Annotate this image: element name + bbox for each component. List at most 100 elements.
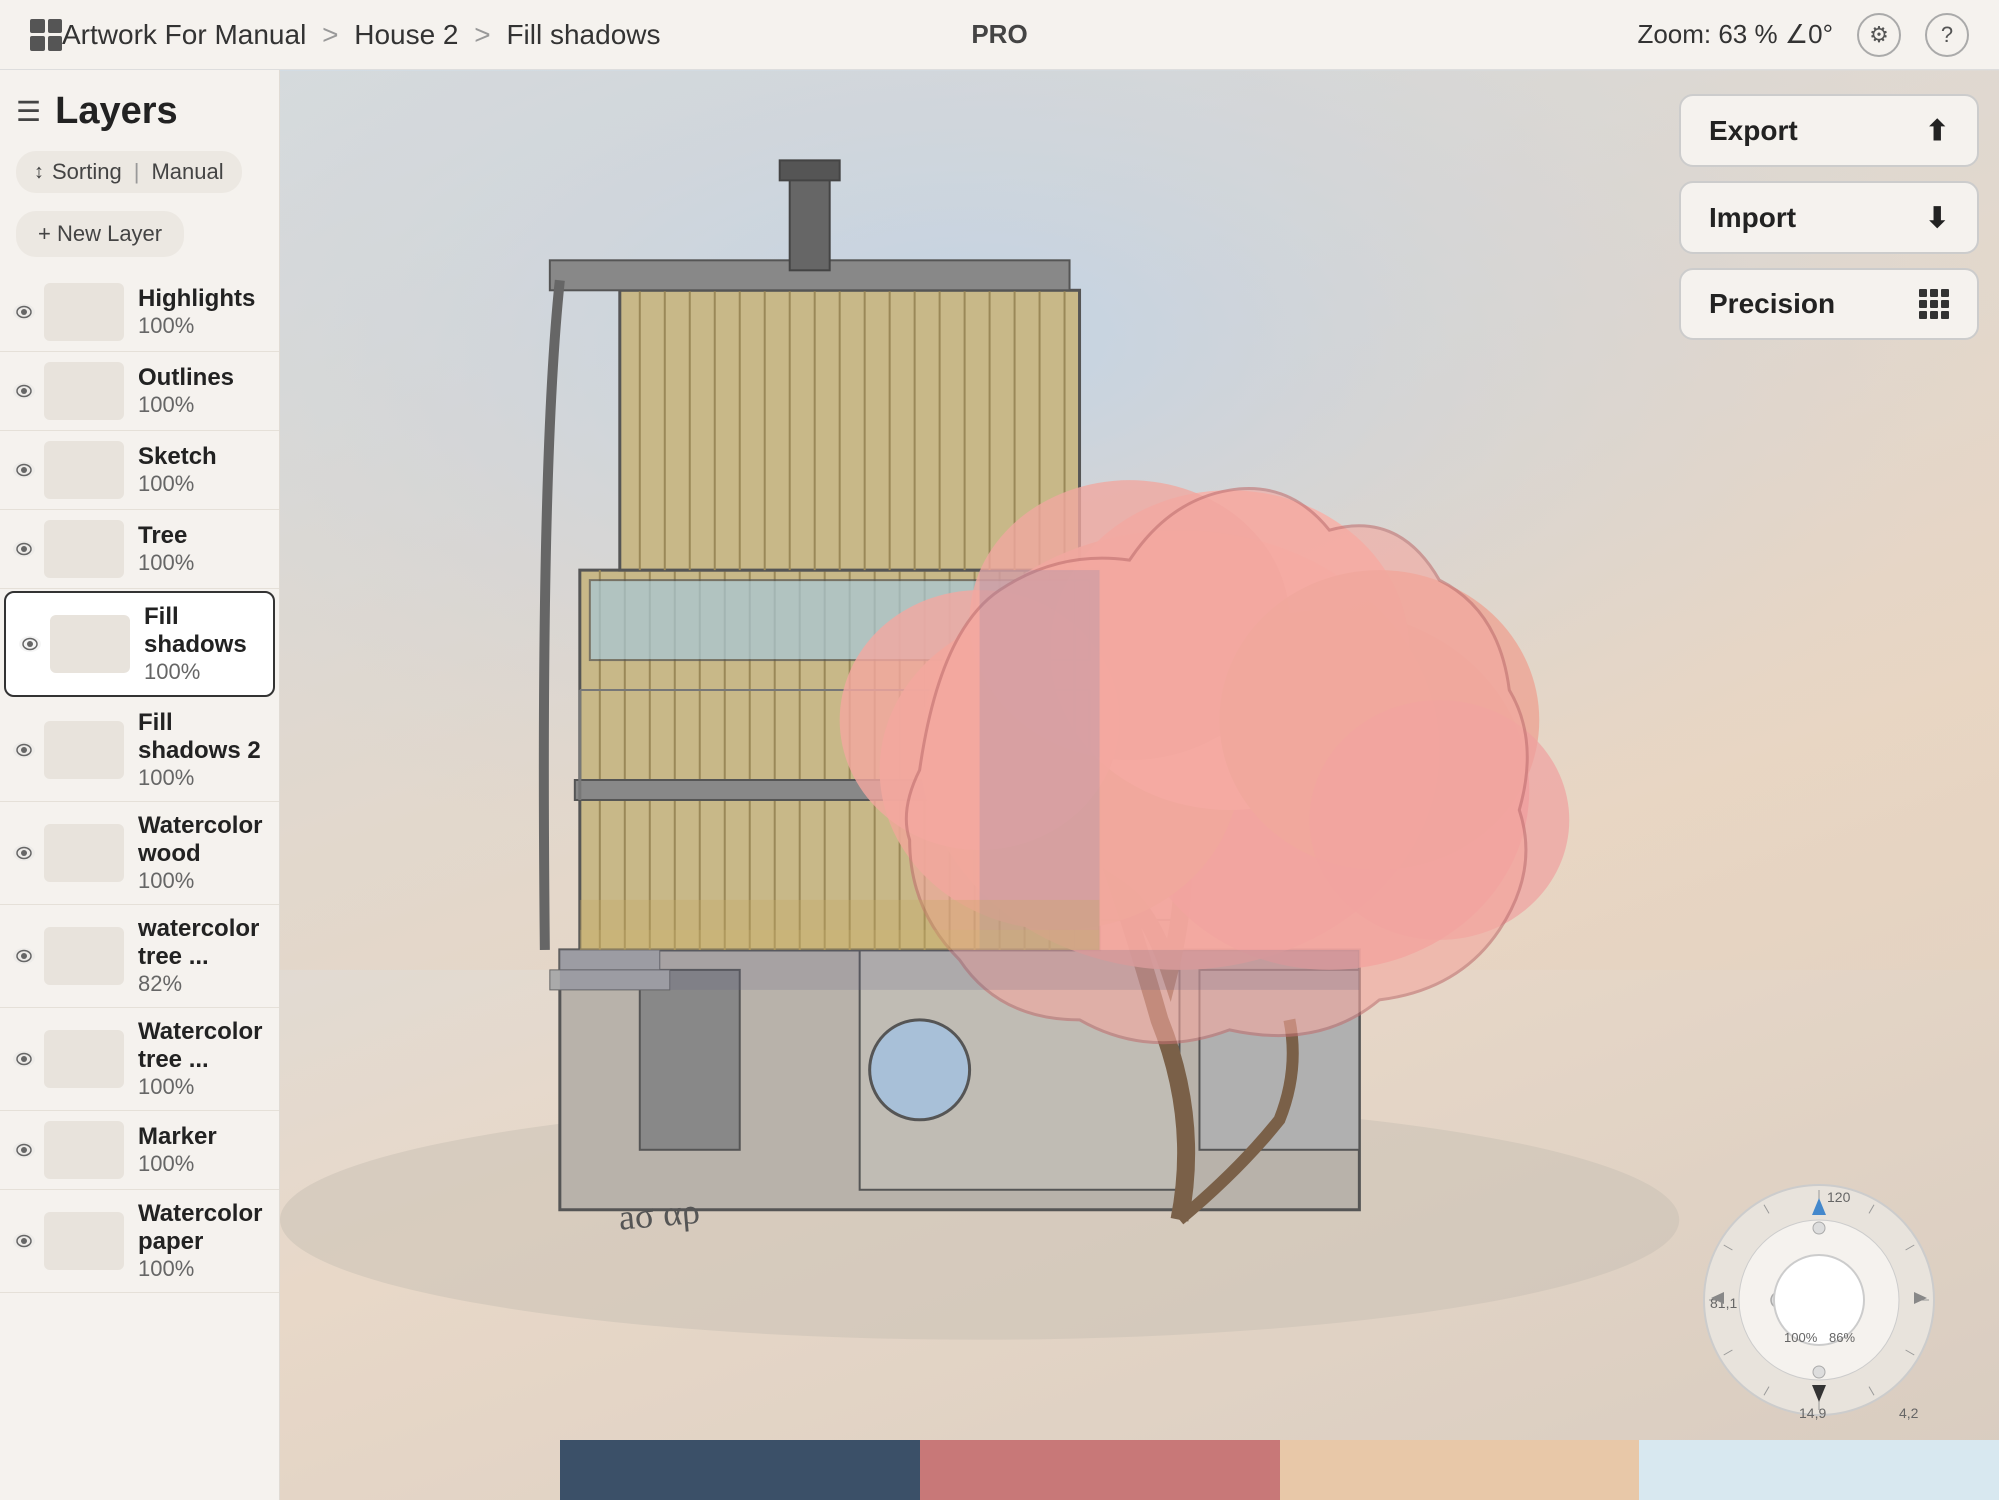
layer-info: Outlines 100%: [138, 364, 267, 418]
eye-visibility-toggle[interactable]: [10, 636, 50, 652]
eye-visibility-toggle[interactable]: [4, 948, 44, 964]
precision-grid-icon: [1919, 289, 1949, 319]
layer-item[interactable]: Fill shadows 2 100%: [0, 699, 279, 802]
eye-visibility-toggle[interactable]: [4, 1051, 44, 1067]
eye-visibility-toggle[interactable]: [4, 845, 44, 861]
layer-opacity: 100%: [138, 550, 267, 576]
layer-item[interactable]: watercolor tree ... 82%: [0, 905, 279, 1008]
export-label: Export: [1709, 115, 1798, 147]
layer-opacity: 100%: [138, 471, 267, 497]
sorting-mode: Manual: [151, 159, 223, 185]
eye-visibility-toggle[interactable]: [4, 304, 44, 320]
color-swatch[interactable]: [1639, 1440, 1999, 1500]
precision-button[interactable]: Precision: [1679, 268, 1979, 340]
layer-thumbnail: [44, 927, 124, 985]
color-swatch[interactable]: [1280, 1440, 1640, 1500]
sorting-button[interactable]: ↕ Sorting | Manual: [16, 151, 242, 193]
layer-name: Watercolor tree ...: [138, 1018, 267, 1074]
zoom-label: Zoom: 63 % ∠0°: [1637, 19, 1833, 50]
eye-visibility-toggle[interactable]: [4, 383, 44, 399]
sorting-label: Sorting: [52, 159, 122, 185]
layer-item[interactable]: Tree 100%: [0, 510, 279, 589]
eye-visibility-toggle[interactable]: [4, 1142, 44, 1158]
settings-button[interactable]: ⚙: [1857, 13, 1901, 57]
layer-thumbnail: [44, 362, 124, 420]
layer-opacity: 82%: [138, 971, 267, 997]
eye-visibility-toggle[interactable]: [4, 541, 44, 557]
layer-opacity: 100%: [144, 659, 261, 685]
layer-thumbnail: [44, 441, 124, 499]
pro-badge: PRO: [971, 19, 1027, 50]
layer-opacity: 100%: [138, 868, 267, 894]
breadcrumb: Artwork For Manual > House 2 > Fill shad…: [62, 19, 1637, 51]
layer-list: Highlights 100% Outlines 100%: [0, 273, 279, 1500]
import-button[interactable]: Import ⬇: [1679, 181, 1979, 254]
layers-title: Layers: [55, 90, 178, 133]
svg-text:aσ αρ: aσ αρ: [617, 1191, 701, 1238]
layer-item[interactable]: Watercolor paper 100%: [0, 1190, 279, 1293]
layer-thumbnail: [44, 283, 124, 341]
eye-visibility-toggle[interactable]: [4, 1233, 44, 1249]
layer-item[interactable]: Highlights 100%: [0, 273, 279, 352]
color-swatch[interactable]: [920, 1440, 1280, 1500]
layer-item[interactable]: Fill shadows 100%: [4, 591, 275, 697]
layer-thumbnail: [44, 1030, 124, 1088]
breadcrumb-sep1: >: [322, 19, 346, 50]
layer-item[interactable]: Watercolor wood 100%: [0, 802, 279, 905]
layer-info: Watercolor wood 100%: [138, 812, 267, 894]
new-layer-button[interactable]: + New Layer: [16, 211, 184, 257]
help-button[interactable]: ?: [1925, 13, 1969, 57]
layer-item[interactable]: Marker 100%: [0, 1111, 279, 1190]
hamburger-icon[interactable]: ☰: [16, 95, 41, 128]
layer-opacity: 100%: [138, 1256, 267, 1282]
layer-info: Tree 100%: [138, 522, 267, 576]
new-layer-row: + New Layer: [0, 205, 279, 273]
radial-dial[interactable]: 120 81,1 14,9 4,2 .544 pts 100% 86%: [1699, 1180, 1939, 1420]
layer-name: Fill shadows: [144, 603, 261, 659]
export-icon: ⬆: [1926, 114, 1949, 147]
eye-visibility-toggle[interactable]: [4, 462, 44, 478]
layer-name: Watercolor wood: [138, 812, 267, 868]
layer-info: Fill shadows 2 100%: [138, 709, 267, 791]
layer-info: Watercolor paper 100%: [138, 1200, 267, 1282]
layer-info: watercolor tree ... 82%: [138, 915, 267, 997]
layer-name: Tree: [138, 522, 267, 550]
layer-name: Watercolor paper: [138, 1200, 267, 1256]
layer-name: Outlines: [138, 364, 267, 392]
layer-name: Fill shadows 2: [138, 709, 267, 765]
layer-info: Highlights 100%: [138, 285, 267, 339]
layer-info: Sketch 100%: [138, 443, 267, 497]
layer-thumbnail: [50, 615, 130, 673]
precision-label: Precision: [1709, 288, 1835, 320]
svg-text:86%: 86%: [1829, 1330, 1855, 1345]
layer-opacity: 100%: [138, 765, 267, 791]
layer-item[interactable]: Outlines 100%: [0, 352, 279, 431]
svg-text:4,2: 4,2: [1899, 1405, 1919, 1420]
app-grid-icon[interactable]: [30, 19, 62, 51]
breadcrumb-house[interactable]: House 2: [354, 19, 458, 50]
breadcrumb-project[interactable]: Artwork For Manual: [62, 19, 306, 50]
breadcrumb-sep2: >: [474, 19, 498, 50]
new-layer-label: + New Layer: [38, 221, 162, 247]
top-right-controls: Zoom: 63 % ∠0° ⚙ ?: [1637, 13, 1969, 57]
layer-name: Marker: [138, 1123, 267, 1151]
layer-item[interactable]: Watercolor tree ... 100%: [0, 1008, 279, 1111]
layer-item[interactable]: Sketch 100%: [0, 431, 279, 510]
layer-thumbnail: [44, 520, 124, 578]
eye-visibility-toggle[interactable]: [4, 742, 44, 758]
panel-header: ☰ Layers: [0, 70, 279, 145]
top-bar: Artwork For Manual > House 2 > Fill shad…: [0, 0, 1999, 70]
color-swatches: [560, 1440, 1999, 1500]
breadcrumb-current[interactable]: Fill shadows: [506, 19, 660, 50]
layer-thumbnail: [44, 824, 124, 882]
sorting-row: ↕ Sorting | Manual: [0, 145, 279, 205]
export-button[interactable]: Export ⬆: [1679, 94, 1979, 167]
svg-text:14,9: 14,9: [1799, 1405, 1826, 1420]
color-swatch[interactable]: [560, 1440, 920, 1500]
layer-opacity: 100%: [138, 1074, 267, 1100]
layer-opacity: 100%: [138, 392, 267, 418]
layer-name: watercolor tree ...: [138, 915, 267, 971]
layer-info: Marker 100%: [138, 1123, 267, 1177]
left-panel: ☰ Layers ↕ Sorting | Manual + New Layer: [0, 70, 280, 1500]
sort-icon: ↕: [34, 161, 44, 184]
